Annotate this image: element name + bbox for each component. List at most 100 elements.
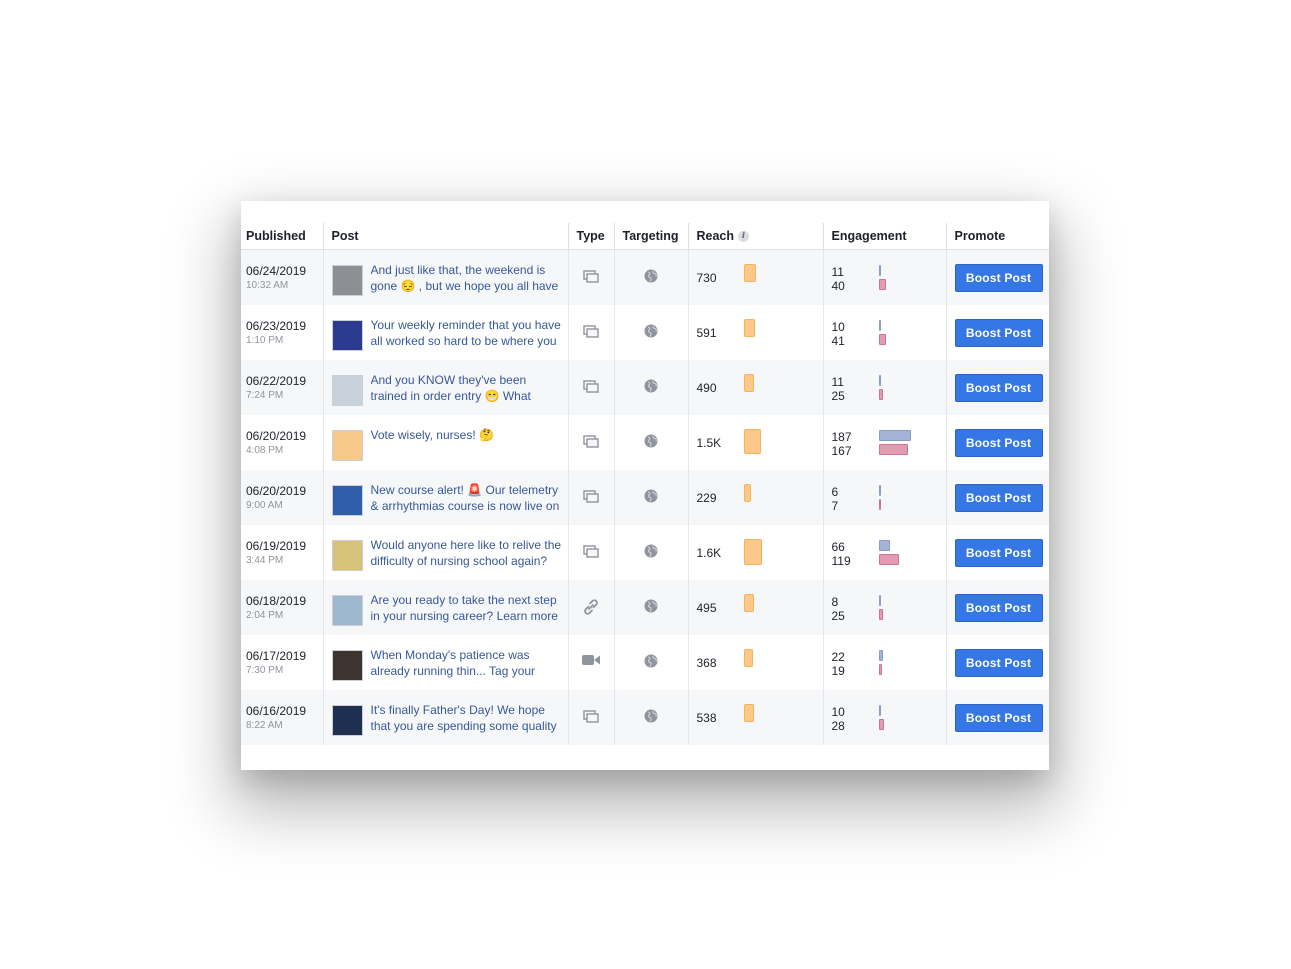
reach-value: 1.6K xyxy=(696,546,722,560)
engagement-reactions-value: 41 xyxy=(831,334,845,348)
engagement-header[interactable]: Engagement xyxy=(823,223,947,250)
post-thumbnail[interactable] xyxy=(331,485,363,516)
post-insights-panel: Published Post Type Targeting Reach i Eng… xyxy=(241,201,1049,770)
type-cell xyxy=(568,305,615,360)
publish-date: 06/22/2019 xyxy=(246,374,307,388)
targeting-cell xyxy=(614,690,689,745)
boost-post-button[interactable]: Boost Post xyxy=(954,429,1043,457)
targeting-cell xyxy=(614,580,689,635)
post-text-link[interactable]: Your weekly reminder that you have all w… xyxy=(371,318,562,350)
engagement-cell: 187 167 xyxy=(823,415,947,470)
engagement-cell: 6 7 xyxy=(823,470,947,525)
post-thumbnail[interactable] xyxy=(331,650,363,681)
targeting-cell xyxy=(614,305,689,360)
engagement-reactions-bar xyxy=(878,499,881,510)
table-row: 06/17/2019 7:30 PM When Monday's patienc… xyxy=(241,635,1049,690)
post-text-link[interactable]: And just like that, the weekend is gone … xyxy=(371,263,562,295)
post-text-link[interactable]: New course alert! 🚨 Our telemetry & arrh… xyxy=(371,483,562,515)
post-thumbnail[interactable] xyxy=(331,375,363,406)
publish-time: 8:22 AM xyxy=(246,720,283,731)
globe-icon xyxy=(644,489,658,506)
post-cell: And you KNOW they've been trained in ord… xyxy=(323,360,569,415)
engagement-reactions-value: 19 xyxy=(831,664,845,678)
boost-post-button[interactable]: Boost Post xyxy=(954,484,1043,512)
post-text-link[interactable]: Are you ready to take the next step in y… xyxy=(371,593,562,625)
post-thumbnail[interactable] xyxy=(331,595,363,626)
engagement-cell: 22 19 xyxy=(823,635,947,690)
reach-header[interactable]: Reach i xyxy=(688,223,824,250)
post-text-link[interactable]: When Monday's patience was already runni… xyxy=(371,648,562,680)
engagement-reactions-bar xyxy=(878,609,883,620)
table-row: 06/20/2019 9:00 AM New course alert! 🚨 O… xyxy=(241,470,1049,525)
engagement-cell: 66 119 xyxy=(823,525,947,580)
reach-value: 229 xyxy=(696,491,717,505)
post-text-link[interactable]: And you KNOW they've been trained in ord… xyxy=(371,373,562,405)
boost-post-button[interactable]: Boost Post xyxy=(954,704,1043,732)
post-thumbnail[interactable] xyxy=(331,265,363,296)
globe-icon xyxy=(644,544,658,561)
photo-album-icon xyxy=(583,380,599,396)
targeting-cell xyxy=(614,249,689,305)
reach-value: 368 xyxy=(696,656,717,670)
engagement-cell: 10 28 xyxy=(823,690,947,745)
table-row: 06/16/2019 8:22 AM It's finally Father's… xyxy=(241,690,1049,745)
promote-cell: Boost Post xyxy=(946,360,1049,415)
published-header[interactable]: Published xyxy=(241,223,324,250)
engagement-reactions-bar xyxy=(878,554,899,565)
boost-post-button[interactable]: Boost Post xyxy=(954,649,1043,677)
publish-time: 4:08 PM xyxy=(246,445,284,456)
post-thumbnail[interactable] xyxy=(331,705,363,736)
post-cell: New course alert! 🚨 Our telemetry & arrh… xyxy=(323,470,569,525)
boost-post-button[interactable]: Boost Post xyxy=(954,594,1043,622)
engagement-clicks-bar xyxy=(878,430,911,441)
published-cell: 06/20/2019 4:08 PM xyxy=(241,415,324,470)
post-text-link[interactable]: Vote wisely, nurses! 🤔 xyxy=(371,428,494,460)
reach-cell: 495 xyxy=(688,580,824,635)
post-thumbnail[interactable] xyxy=(331,540,363,571)
posts-table: Published Post Type Targeting Reach i Eng… xyxy=(241,223,1049,745)
reach-value: 490 xyxy=(696,381,717,395)
table-row: 06/20/2019 4:08 PM Vote wisely, nurses! … xyxy=(241,415,1049,470)
engagement-clicks-value: 8 xyxy=(831,595,839,609)
published-cell: 06/16/2019 8:22 AM xyxy=(241,690,324,745)
post-text-link[interactable]: Would anyone here like to relive the dif… xyxy=(371,538,562,570)
boost-post-button[interactable]: Boost Post xyxy=(954,539,1043,567)
reach-bar xyxy=(743,319,755,337)
engagement-reactions-value: 25 xyxy=(831,389,845,403)
post-thumbnail[interactable] xyxy=(331,320,363,351)
info-icon[interactable]: i xyxy=(738,231,750,243)
promote-cell: Boost Post xyxy=(946,470,1049,525)
publish-time: 7:24 PM xyxy=(246,390,284,401)
post-cell: And just like that, the weekend is gone … xyxy=(323,249,569,305)
type-cell xyxy=(568,525,615,580)
publish-date: 06/23/2019 xyxy=(246,319,307,333)
photo-album-icon xyxy=(583,710,599,726)
post-cell: Are you ready to take the next step in y… xyxy=(323,580,569,635)
engagement-reactions-value: 40 xyxy=(831,279,845,293)
targeting-header[interactable]: Targeting xyxy=(614,223,689,250)
promote-cell: Boost Post xyxy=(946,580,1049,635)
reach-bar xyxy=(743,704,754,722)
globe-icon xyxy=(644,269,658,286)
engagement-clicks-bar xyxy=(878,540,890,551)
post-text-link[interactable]: It's finally Father's Day! We hope that … xyxy=(371,703,562,735)
boost-post-button[interactable]: Boost Post xyxy=(954,264,1043,292)
engagement-reactions-bar xyxy=(878,279,886,290)
table-row: 06/23/2019 1:10 PM Your weekly reminder … xyxy=(241,305,1049,360)
engagement-cell: 11 40 xyxy=(823,249,947,305)
globe-icon xyxy=(644,654,658,671)
promote-cell: Boost Post xyxy=(946,635,1049,690)
publish-time: 1:10 PM xyxy=(246,335,284,346)
engagement-clicks-bar xyxy=(878,265,881,276)
boost-post-button[interactable]: Boost Post xyxy=(954,374,1043,402)
reach-cell: 490 xyxy=(688,360,824,415)
type-header[interactable]: Type xyxy=(568,223,615,250)
engagement-cell: 11 25 xyxy=(823,360,947,415)
type-cell xyxy=(568,249,615,305)
globe-icon xyxy=(644,599,658,616)
globe-icon xyxy=(644,324,658,341)
post-header[interactable]: Post xyxy=(323,223,569,250)
post-thumbnail[interactable] xyxy=(331,430,363,461)
boost-post-button[interactable]: Boost Post xyxy=(954,319,1043,347)
reach-cell: 1.6K xyxy=(688,525,824,580)
